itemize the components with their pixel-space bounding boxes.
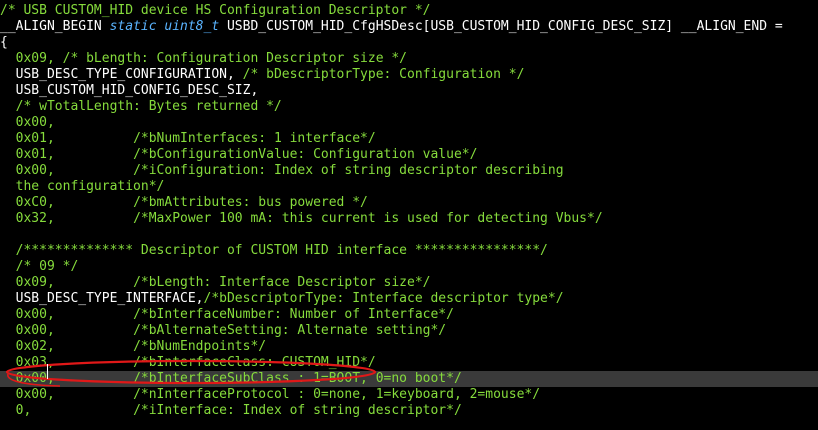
code-token: /*bDescriptorType: Interface descriptor … bbox=[203, 291, 564, 306]
code-line[interactable]: 0x02, /*bNumEndpoints*/ bbox=[0, 339, 818, 355]
code-token: 0x02, bbox=[0, 339, 134, 354]
code-token: 0x00, bbox=[0, 307, 134, 322]
code-token: /*bInterfaceSubClass : 1=BOOT, 0=no boot… bbox=[133, 371, 462, 386]
code-line[interactable] bbox=[0, 227, 818, 243]
code-token: /*iConfiguration: Index of string descri… bbox=[133, 163, 564, 178]
code-line[interactable]: /* USB CUSTOM_HID device HS Configuratio… bbox=[0, 3, 818, 19]
code-token: 0x00, bbox=[0, 323, 134, 338]
code-token: /*bNumInterfaces: 1 interface*/ bbox=[133, 131, 376, 146]
code-token: /*bInterfaceClass: CUSTOM_HID*/ bbox=[133, 355, 376, 370]
code-line[interactable]: USB_DESC_TYPE_INTERFACE,/*bDescriptorTyp… bbox=[0, 291, 818, 307]
code-token: USBD_CUSTOM_HID_CfgHSDesc[USB_CUSTOM_HID… bbox=[219, 19, 783, 34]
text-cursor bbox=[47, 364, 48, 379]
code-token: 0x09, bbox=[0, 275, 134, 290]
code-line[interactable]: 0x00, /*bInterfaceNumber: Number of Inte… bbox=[0, 307, 818, 323]
code-token: 0x00, bbox=[0, 371, 134, 386]
code-token: the configuration*/ bbox=[0, 179, 165, 194]
code-token: /*bNumEndpoints*/ bbox=[133, 339, 267, 354]
code-token: static uint8_t bbox=[109, 19, 220, 34]
code-token: __ALIGN_BEGIN bbox=[0, 19, 110, 34]
code-line[interactable]: 0x01, /*bNumInterfaces: 1 interface*/ bbox=[0, 131, 818, 147]
code-token: USB_DESC_TYPE_INTERFACE, bbox=[0, 291, 204, 306]
code-token: 0x09, bbox=[0, 51, 63, 66]
code-line[interactable]: USB_CUSTOM_HID_CONFIG_DESC_SIZ, bbox=[0, 83, 818, 99]
code-line[interactable]: 0x03, /*bInterfaceClass: CUSTOM_HID*/ bbox=[0, 355, 818, 371]
code-token: 0, bbox=[0, 403, 134, 418]
code-token: /* USB CUSTOM_HID device HS Configuratio… bbox=[0, 3, 431, 18]
code-token: /*bmAttributes: bus powered */ bbox=[133, 195, 368, 210]
code-token: { bbox=[0, 35, 8, 50]
code-token: /*iInterface: Index of string descriptor… bbox=[133, 403, 462, 418]
code-line[interactable]: __ALIGN_BEGIN static uint8_t USBD_CUSTOM… bbox=[0, 19, 818, 35]
code-token: /*MaxPower 100 mA: this current is used … bbox=[133, 211, 603, 226]
code-line[interactable]: 0x32, /*MaxPower 100 mA: this current is… bbox=[0, 211, 818, 227]
code-token: /*bConfigurationValue: Configuration val… bbox=[133, 147, 478, 162]
code-token: USB_CUSTOM_HID_CONFIG_DESC_SIZ, bbox=[0, 83, 259, 98]
code-token: /*nInterfaceProtocol : 0=none, 1=keyboar… bbox=[133, 387, 541, 402]
code-token: 0x00, bbox=[0, 163, 134, 178]
code-token: /*bAlternateSetting: Alternate setting*/ bbox=[133, 323, 447, 338]
code-line[interactable]: 0x09, /* bLength: Configuration Descript… bbox=[0, 51, 818, 67]
code-token: 0x03, bbox=[0, 355, 134, 370]
code-token: 0x00, bbox=[0, 387, 134, 402]
code-token: /* wTotalLength: Bytes returned */ bbox=[0, 99, 282, 114]
code-line[interactable]: 0, /*iInterface: Index of string descrip… bbox=[0, 403, 818, 419]
code-token: /************** Descriptor of CUSTOM HID… bbox=[0, 243, 548, 258]
code-token: 0x01, bbox=[0, 131, 134, 146]
code-token: 0x01, bbox=[0, 147, 134, 162]
code-token: /* bDescriptorType: Configuration */ bbox=[242, 67, 525, 82]
code-line[interactable]: { bbox=[0, 35, 818, 51]
code-line[interactable]: /* wTotalLength: Bytes returned */ bbox=[0, 99, 818, 115]
code-line[interactable]: 0x00, bbox=[0, 115, 818, 131]
code-token: 0xC0, bbox=[0, 195, 134, 210]
code-token: /*bInterfaceNumber: Number of Interface*… bbox=[133, 307, 454, 322]
code-line[interactable]: the configuration*/ bbox=[0, 179, 818, 195]
code-line[interactable]: /************** Descriptor of CUSTOM HID… bbox=[0, 243, 818, 259]
code-line[interactable]: 0x09, /*bLength: Interface Descriptor si… bbox=[0, 275, 818, 291]
code-line[interactable]: 0x00, /*iConfiguration: Index of string … bbox=[0, 163, 818, 179]
code-editor[interactable]: /* USB CUSTOM_HID device HS Configuratio… bbox=[0, 0, 818, 430]
code-token: USB_DESC_TYPE_CONFIGURATION, bbox=[0, 67, 243, 82]
code-line[interactable]: /* 09 */ bbox=[0, 259, 818, 275]
code-line[interactable]: 0x01, /*bConfigurationValue: Configurati… bbox=[0, 147, 818, 163]
code-line[interactable]: 0xC0, /*bmAttributes: bus powered */ bbox=[0, 195, 818, 211]
code-line[interactable]: 0x00, /*bInterfaceSubClass : 1=BOOT, 0=n… bbox=[0, 371, 818, 387]
code-token: /* bLength: Configuration Descriptor siz… bbox=[62, 51, 407, 66]
code-line[interactable]: 0x00, /*nInterfaceProtocol : 0=none, 1=k… bbox=[0, 387, 818, 403]
code-line[interactable]: 0x00, /*bAlternateSetting: Alternate set… bbox=[0, 323, 818, 339]
code-token: 0x00, bbox=[0, 115, 55, 130]
code-token: 0x32, bbox=[0, 211, 134, 226]
code-token: /* 09 */ bbox=[0, 259, 79, 274]
code-token: /*bLength: Interface Descriptor size*/ bbox=[133, 275, 431, 290]
code-line[interactable]: USB_DESC_TYPE_CONFIGURATION, /* bDescrip… bbox=[0, 67, 818, 83]
